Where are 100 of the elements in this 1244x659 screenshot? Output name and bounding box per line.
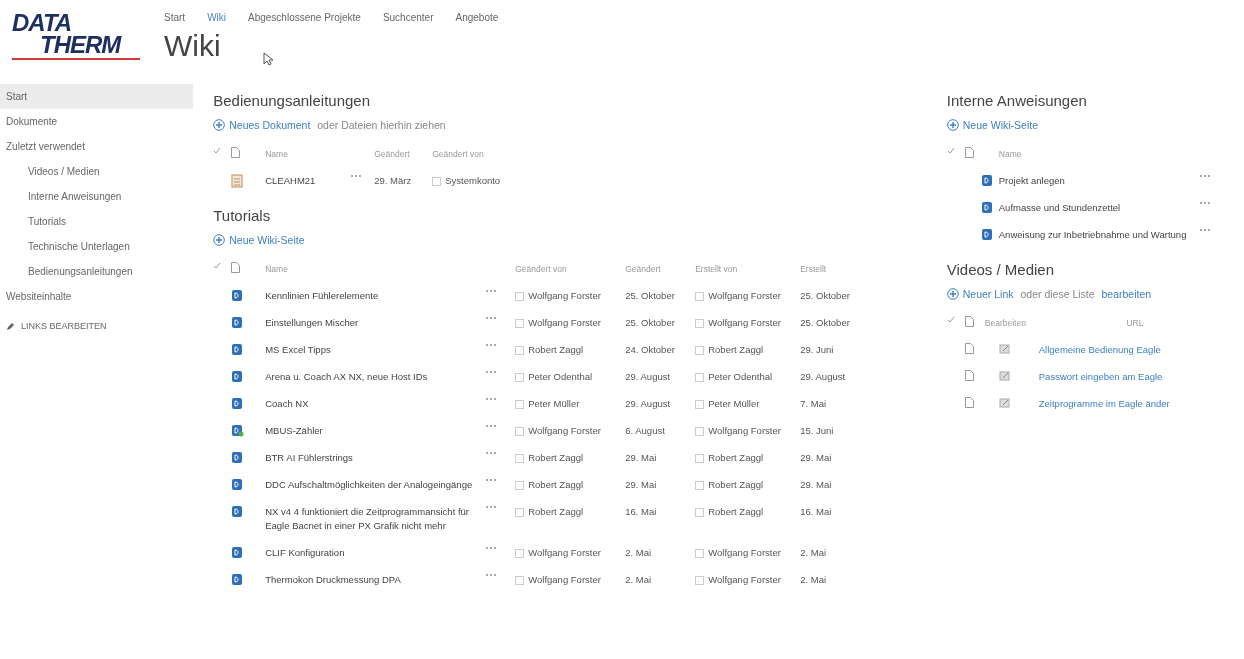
more-icon[interactable]	[485, 289, 498, 293]
presence-icon	[515, 426, 525, 436]
url-link[interactable]: Passwort eingeben am Eagle	[1038, 370, 1163, 384]
more-icon[interactable]	[485, 451, 498, 455]
url-link[interactable]: Allgemeine Bedienung Eagle	[1038, 343, 1161, 357]
action-link[interactable]: Neue Wiki-Seite	[962, 119, 1039, 131]
presence-icon	[515, 548, 525, 558]
sidebar-item[interactable]: Zuletzt verwendet	[0, 134, 194, 159]
person-name[interactable]: Robert Zaggl	[528, 478, 584, 492]
more-icon[interactable]	[485, 505, 498, 509]
more-icon[interactable]	[350, 174, 363, 178]
person-name[interactable]: Peter Odenthal	[528, 370, 593, 384]
add-icon[interactable]	[946, 288, 959, 300]
person-name[interactable]: Wolfgang Forster	[708, 546, 781, 560]
checkmark-icon[interactable]	[946, 316, 955, 324]
person-name[interactable]: Robert Zaggl	[528, 451, 584, 465]
document-icon	[964, 147, 974, 158]
presence-icon	[515, 318, 525, 328]
person-name[interactable]: Wolfgang Forster	[708, 573, 781, 587]
created-cell-text: 25. Oktober	[800, 289, 851, 303]
person-name[interactable]: Robert Zaggl	[528, 343, 584, 357]
url-link[interactable]: Zeitprogramme im Eagle änder	[1038, 397, 1170, 411]
wiki-page-link[interactable]: MBUS-Zähler	[265, 424, 333, 438]
more-icon[interactable]	[1198, 228, 1211, 232]
person-name[interactable]: Wolfgang Forster	[528, 546, 601, 560]
wiki-page-link[interactable]: Arena u. Coach AX NX, neue Host IDs	[265, 370, 438, 384]
add-icon[interactable]	[213, 234, 226, 246]
nav-link[interactable]: Wiki	[207, 12, 226, 23]
more-icon[interactable]	[1198, 201, 1211, 205]
more-icon[interactable]	[485, 546, 498, 550]
nav-link[interactable]: Abgeschlossene Projekte	[248, 12, 361, 23]
sidebar-item[interactable]: Technische Unterlagen	[0, 234, 194, 259]
person-name[interactable]: Wolfgang Forster	[708, 316, 781, 330]
created-cell-text: 29. Mai	[800, 451, 833, 465]
person-name[interactable]: Wolfgang Forster	[528, 316, 601, 330]
person-name[interactable]: Peter Odenthal	[708, 370, 773, 384]
action-link[interactable]: Neuer Link	[962, 288, 1014, 300]
person-name[interactable]: Robert Zaggl	[708, 451, 764, 465]
wiki-page-link[interactable]: Anweisung zur Inbetriebnahme und Wartung	[998, 228, 1197, 242]
wiki-page-link[interactable]: Thermokon Druckmessung DPA	[265, 573, 411, 587]
more-icon[interactable]	[485, 343, 498, 347]
more-icon[interactable]	[1198, 174, 1211, 178]
presence-icon	[695, 575, 705, 585]
person-name[interactable]: Wolfgang Forster	[528, 424, 601, 438]
more-icon[interactable]	[485, 573, 498, 577]
checkmark-icon[interactable]	[213, 147, 222, 155]
person-name[interactable]: Wolfgang Forster	[708, 424, 781, 438]
checkmark-icon[interactable]	[946, 147, 955, 155]
more-icon[interactable]	[485, 316, 498, 320]
wiki-page-icon	[231, 289, 245, 302]
person-name[interactable]: Robert Zaggl	[528, 505, 584, 519]
wiki-page-link[interactable]: MS Excel Tipps	[265, 343, 341, 357]
person-name[interactable]: Wolfgang Forster	[708, 289, 781, 303]
person-name[interactable]: Wolfgang Forster	[528, 289, 601, 303]
modified-cell-text: 25. Oktober	[625, 289, 676, 303]
logo[interactable]: DATA THERM	[12, 8, 152, 60]
nav-link[interactable]: Start	[164, 12, 186, 23]
action-link[interactable]: Neues Dokument	[229, 119, 311, 131]
sidebar-item[interactable]: Tutorials	[0, 209, 194, 234]
action-link[interactable]: Neue Wiki-Seite	[229, 234, 305, 246]
person-name[interactable]: Robert Zaggl	[708, 505, 764, 519]
sidebar-item[interactable]: Bedienungsanleitungen	[0, 259, 194, 284]
person-name[interactable]: Peter Müller	[528, 397, 580, 411]
person-name[interactable]: Robert Zaggl	[708, 343, 764, 357]
checkmark-icon[interactable]	[213, 262, 222, 270]
sidebar-item[interactable]: Websiteinhalte	[0, 284, 194, 309]
add-icon[interactable]	[946, 119, 959, 131]
presence-icon	[695, 318, 705, 328]
edit-links-link[interactable]: LINKS BEARBEITEN	[0, 309, 194, 343]
wiki-page-link[interactable]: CLIF Konfiguration	[265, 546, 355, 560]
wiki-page-link[interactable]: Kennlinien Fühlerelemente	[265, 289, 389, 303]
more-icon[interactable]	[485, 424, 498, 428]
modified-cell-text: 25. Oktober	[625, 316, 676, 330]
sidebar-item[interactable]: Start	[0, 84, 194, 109]
modified-cell-text: 6. August	[625, 424, 666, 438]
modified-cell-text: 29. August	[625, 397, 672, 411]
more-icon[interactable]	[485, 478, 498, 482]
wiki-page-link[interactable]: Einstellungen Mischer	[265, 316, 369, 330]
person-name[interactable]: Peter Müller	[708, 397, 760, 411]
more-icon[interactable]	[485, 397, 498, 401]
person-name[interactable]: Robert Zaggl	[708, 478, 764, 492]
presence-icon	[515, 453, 525, 463]
wiki-page-icon	[980, 174, 994, 187]
person-name[interactable]: Wolfgang Forster	[528, 573, 601, 587]
sidebar-item[interactable]: Interne Anweisungen	[0, 184, 194, 209]
nav-link[interactable]: Suchcenter	[382, 12, 434, 23]
wiki-page-link[interactable]: NX v4 4 funktioniert die Zeitprogrammansicht für Eagle Bacnet in einer PX Grafik nicht mehr	[265, 505, 486, 533]
wiki-page-link[interactable]: DDC Aufschaltmöglichkeiten der Analogeingänge	[265, 478, 483, 492]
wiki-page-link[interactable]: Projekt anlegen	[998, 174, 1075, 188]
sidebar-item[interactable]: Videos / Medien	[0, 159, 194, 184]
person-name[interactable]: Systemkonto	[445, 174, 501, 188]
nav-link[interactable]: Angebote	[455, 12, 499, 23]
wiki-page-link[interactable]: Coach NX	[265, 397, 319, 411]
document-link[interactable]: CLEAHM21	[265, 174, 326, 188]
wiki-page-link[interactable]: Aufmasse und Stundenzettel	[998, 201, 1131, 215]
action-link[interactable]: bearbeiten	[1101, 288, 1152, 300]
add-icon[interactable]	[213, 119, 226, 131]
sidebar-item[interactable]: Dokumente	[0, 109, 194, 134]
more-icon[interactable]	[485, 370, 498, 374]
wiki-page-link[interactable]: BTR AI Fühlerstrings	[265, 451, 363, 465]
